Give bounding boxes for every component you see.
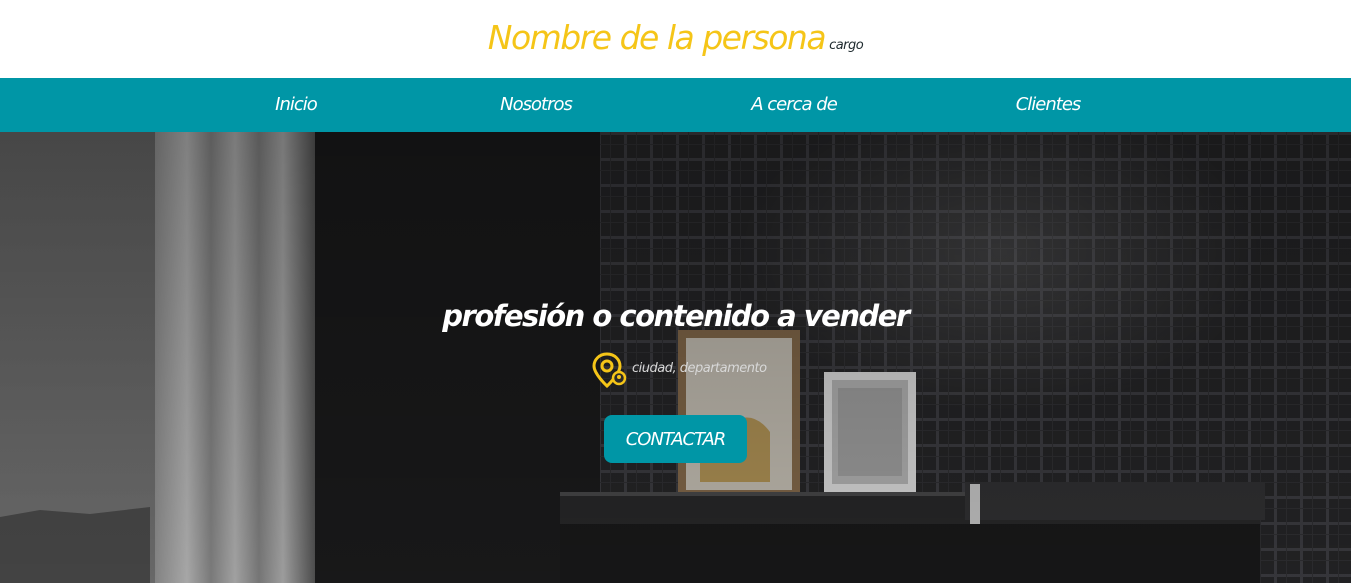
site-header: Nombre de la persona cargo: [0, 0, 1351, 78]
main-navigation: Inicio Nosotros A cerca de Clientes: [0, 78, 1351, 132]
map-pin-icon: [592, 352, 627, 389]
nav-item-inicio[interactable]: Inicio: [275, 94, 318, 115]
person-name: Nombre de la persona: [487, 18, 827, 57]
location: ciudad, departamento: [592, 352, 767, 390]
location-text: ciudad, departamento: [632, 360, 767, 376]
nav-item-nosotros[interactable]: Nosotros: [500, 94, 573, 115]
hero-section: profesión o contenido a vender ciudad, d…: [0, 132, 1351, 583]
nav-item-a-cerca-de[interactable]: A cerca de: [751, 94, 838, 115]
contact-button[interactable]: CONTACTAR: [604, 415, 747, 463]
brand: Nombre de la persona cargo: [0, 18, 1351, 57]
nav-item-clientes[interactable]: Clientes: [1016, 94, 1082, 115]
hero-title: profesión o contenido a vender: [442, 299, 910, 334]
person-role: cargo: [829, 38, 864, 53]
